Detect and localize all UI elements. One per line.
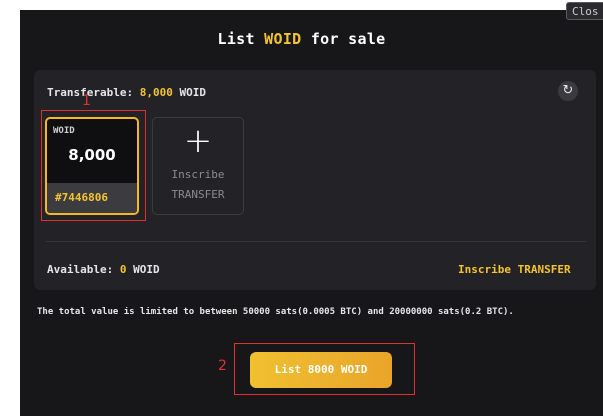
plus-icon: + bbox=[183, 121, 213, 161]
available-unit: WOID bbox=[126, 263, 160, 276]
divider bbox=[46, 241, 586, 242]
refresh-icon[interactable]: ↻ bbox=[558, 81, 578, 101]
title-ticker: WOID bbox=[264, 30, 302, 48]
transferable-label: Transferable: bbox=[47, 86, 140, 99]
title-suffix: for sale bbox=[301, 30, 386, 48]
inscribe-transfer-link[interactable]: Inscribe TRANSFER bbox=[458, 263, 571, 276]
available-label: Available: bbox=[47, 263, 120, 276]
transferable-unit: WOID bbox=[172, 86, 206, 99]
available-balance: Available: 0 WOID bbox=[47, 263, 160, 276]
price-limit-notice: The total value is limited to between 50… bbox=[37, 307, 514, 317]
inscribe-transfer-card[interactable]: + Inscribe TRANSFER bbox=[152, 117, 244, 215]
title-prefix: List bbox=[217, 30, 265, 48]
transfer-inscription-card[interactable]: WOID 8,000 #7446806 bbox=[45, 117, 139, 215]
modal-title: List WOID for sale bbox=[0, 30, 603, 48]
inscribe-card-line1: Inscribe bbox=[171, 168, 225, 181]
card-ticker: WOID bbox=[53, 126, 75, 136]
close-button[interactable]: Clos bbox=[566, 2, 603, 20]
card-inscription-id: #7446806 bbox=[47, 183, 137, 213]
annotation-number-1: 1 bbox=[82, 93, 91, 109]
transferable-amount: 8,000 bbox=[139, 86, 173, 99]
list-button[interactable]: List 8000 WOID bbox=[250, 352, 392, 388]
annotation-number-2: 2 bbox=[218, 358, 227, 374]
card-amount: 8,000 bbox=[68, 146, 116, 164]
inscribe-card-line2: TRANSFER bbox=[171, 188, 225, 201]
transferable-balance: Transferable: 8,000 WOID bbox=[47, 86, 206, 99]
